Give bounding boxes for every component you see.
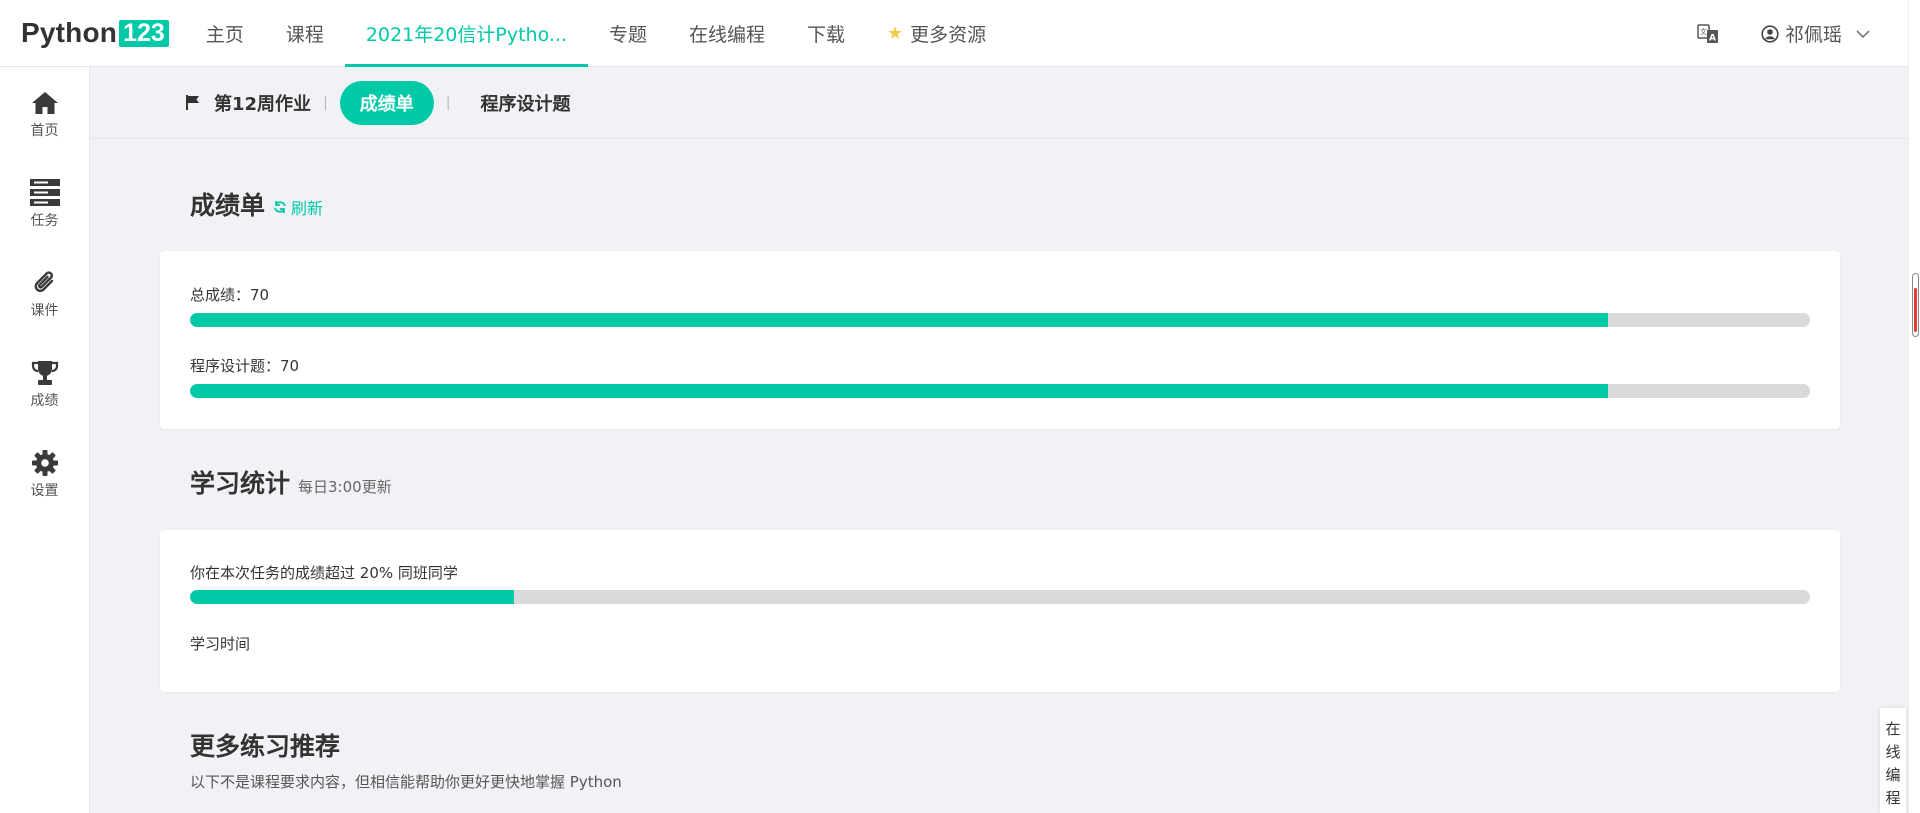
gear-icon bbox=[31, 448, 59, 478]
float-char: 编 bbox=[1885, 766, 1901, 784]
main-content: 成绩单 刷新 总成绩：70 程序设计题：70 学习统计 每日3:00更新 你在本… bbox=[90, 139, 1908, 813]
program-grade-value: 70 bbox=[280, 357, 300, 375]
sidebar-item-grades[interactable]: 成绩 bbox=[0, 337, 89, 427]
user-name: 祁佩瑶 bbox=[1784, 24, 1842, 46]
left-sidebar: 首页 任务 课件 成绩 设置 bbox=[0, 67, 90, 813]
sidebar-item-home[interactable]: 首页 bbox=[0, 67, 89, 157]
more-practice-heading: 更多练习推荐 bbox=[190, 732, 341, 761]
logo-text: Python bbox=[21, 17, 118, 48]
grades-title: 成绩单 bbox=[190, 191, 266, 220]
home-icon bbox=[31, 88, 59, 118]
sidebar-item-courseware[interactable]: 课件 bbox=[0, 247, 89, 337]
more-practice-subtitle: 以下不是课程要求内容，但相信能帮助你更好更快地掌握 Python bbox=[190, 773, 622, 791]
nav-topics[interactable]: 专题 bbox=[588, 0, 668, 67]
grades-card: 总成绩：70 程序设计题：70 bbox=[160, 251, 1840, 429]
tasks-icon bbox=[29, 178, 60, 208]
float-char: 程 bbox=[1885, 789, 1901, 807]
trophy-icon bbox=[31, 358, 59, 388]
total-grade-label-text: 总成绩： bbox=[190, 286, 251, 304]
sidebar-item-label: 成绩 bbox=[30, 393, 59, 409]
total-grade-value: 70 bbox=[250, 286, 270, 304]
tab-programming-problems[interactable]: 程序设计题 bbox=[481, 90, 571, 116]
page-scrollbar[interactable] bbox=[1908, 0, 1920, 813]
stats-card: 你在本次任务的成绩超过 20% 同班同学 学习时间 bbox=[160, 530, 1840, 692]
exceed-progress bbox=[190, 590, 1810, 604]
stats-title: 学习统计 bbox=[190, 469, 291, 498]
top-right-tools: A 文 祁佩瑶 bbox=[1695, 0, 1870, 67]
nav-online-coding[interactable]: 在线编程 bbox=[668, 0, 786, 67]
main-nav: 主页 课程 2021年20信计Pytho... 专题 在线编程 下载 ★ 更多资… bbox=[185, 0, 1007, 67]
assignment-subnav: 第12周作业 | 成绩单 | 程序设计题 bbox=[90, 67, 1908, 139]
user-menu[interactable]: 祁佩瑶 bbox=[1761, 20, 1870, 47]
grades-heading: 成绩单 刷新 bbox=[190, 186, 323, 222]
nav-download[interactable]: 下载 bbox=[786, 0, 866, 67]
sidebar-item-tasks[interactable]: 任务 bbox=[0, 157, 89, 247]
flag-icon bbox=[185, 94, 202, 111]
subnav-divider: | bbox=[445, 94, 451, 111]
program-grade-progress-fill bbox=[190, 384, 1608, 398]
float-char: 在 bbox=[1885, 720, 1901, 738]
exceed-progress-fill bbox=[190, 590, 514, 604]
svg-text:A: A bbox=[1709, 33, 1716, 43]
sidebar-item-label: 课件 bbox=[30, 303, 59, 319]
nav-home[interactable]: 主页 bbox=[185, 0, 265, 67]
total-grade-progress-fill bbox=[190, 313, 1608, 327]
paperclip-icon bbox=[32, 268, 58, 298]
refresh-link[interactable]: 刷新 bbox=[273, 195, 323, 219]
stats-update-note: 每日3:00更新 bbox=[298, 478, 392, 496]
online-coding-float-button[interactable]: 在 线 编 程 bbox=[1880, 708, 1906, 813]
sidebar-item-label: 设置 bbox=[30, 483, 59, 499]
nav-courses[interactable]: 课程 bbox=[265, 0, 345, 67]
nav-more-resources-label: 更多资源 bbox=[910, 23, 987, 46]
refresh-icon bbox=[273, 200, 287, 214]
nav-current-course[interactable]: 2021年20信计Pytho... bbox=[344, 0, 588, 67]
star-icon: ★ bbox=[887, 22, 904, 44]
svg-text:文: 文 bbox=[1700, 27, 1707, 36]
user-circle-icon bbox=[1761, 24, 1779, 43]
tab-grade-report[interactable]: 成绩单 bbox=[339, 80, 434, 125]
logo-number: 123 bbox=[119, 19, 169, 47]
chevron-down-icon bbox=[1856, 29, 1870, 39]
python123-logo[interactable]: Python 123 bbox=[21, 0, 169, 67]
scrollbar-thumb-indicator bbox=[1914, 288, 1917, 332]
top-navbar: Python 123 主页 课程 2021年20信计Pytho... 专题 在线… bbox=[0, 0, 1920, 67]
exceed-classmates-text: 你在本次任务的成绩超过 20% 同班同学 bbox=[190, 564, 458, 582]
refresh-label: 刷新 bbox=[291, 199, 324, 218]
assignment-title-text: 第12周作业 bbox=[214, 93, 312, 115]
program-grade-progress bbox=[190, 384, 1810, 398]
nav-more-resources[interactable]: ★ 更多资源 bbox=[866, 0, 1007, 67]
program-grade-label: 程序设计题：70 bbox=[190, 355, 299, 376]
scrollbar-thumb[interactable] bbox=[1912, 273, 1919, 337]
study-time-label: 学习时间 bbox=[190, 635, 251, 653]
translate-icon[interactable]: A 文 bbox=[1695, 21, 1721, 47]
assignment-title[interactable]: 第12周作业 bbox=[185, 90, 311, 116]
subnav-divider: | bbox=[323, 94, 328, 111]
sidebar-item-settings[interactable]: 设置 bbox=[0, 427, 89, 517]
float-char: 线 bbox=[1885, 743, 1901, 761]
total-grade-progress bbox=[190, 313, 1810, 327]
stats-heading: 学习统计 每日3:00更新 bbox=[190, 464, 392, 500]
sidebar-item-label: 首页 bbox=[30, 123, 59, 139]
total-grade-label: 总成绩：70 bbox=[190, 284, 269, 305]
program-grade-label-text: 程序设计题： bbox=[190, 357, 281, 375]
sidebar-item-label: 任务 bbox=[30, 213, 59, 229]
